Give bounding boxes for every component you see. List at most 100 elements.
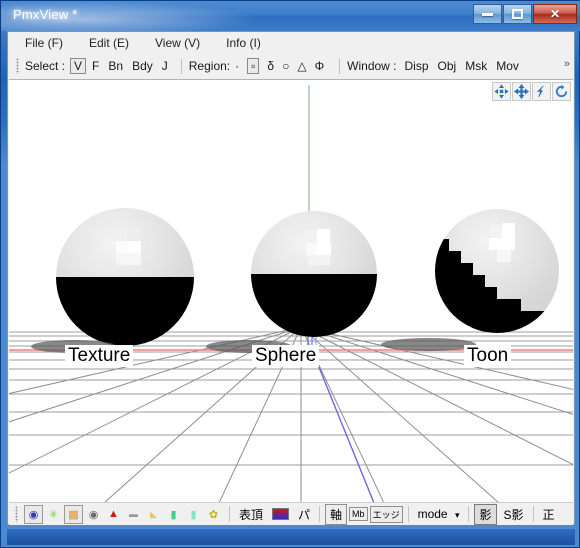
vertex-icon[interactable]: ◉ <box>24 504 43 524</box>
rotate-freehand-icon[interactable] <box>532 82 551 101</box>
sphere-sphere-dark <box>251 274 377 337</box>
mode-dropdown[interactable]: mode ▾ <box>414 506 464 522</box>
region-delta-icon[interactable]: δ <box>267 59 274 73</box>
pan-icon[interactable] <box>492 82 511 101</box>
shadow-button[interactable]: 影 <box>474 503 497 525</box>
minimize-button[interactable] <box>473 4 502 24</box>
region-box-icon[interactable]: ▫ <box>247 58 260 74</box>
select-btn-v[interactable]: V <box>70 58 87 74</box>
close-button[interactable]: ✕ <box>533 4 577 24</box>
sphere-sphere-spec-4 <box>317 243 331 255</box>
sphere-texture-spec-2 <box>127 227 140 241</box>
chevron-down-icon: ▾ <box>454 510 460 520</box>
sphere-toon[interactable] <box>435 209 559 333</box>
edge-button[interactable]: エッジ <box>369 505 403 523</box>
viewport-nav-icons <box>492 82 571 101</box>
bottombar-divider-1 <box>229 506 230 522</box>
sphere-texture[interactable] <box>56 208 194 346</box>
region-phi-icon[interactable]: Φ <box>315 59 325 73</box>
mode-label: mode <box>417 507 448 521</box>
label-sphere: Sphere <box>252 345 320 367</box>
bone-glyph: ▬ <box>129 509 138 519</box>
ik-icon[interactable]: ◣ <box>144 505 163 524</box>
region-label: Region: <box>188 59 231 73</box>
orbit-icon[interactable] <box>552 82 571 101</box>
axis-button[interactable]: 軸 <box>325 503 348 525</box>
display-button[interactable]: 表頂 <box>235 505 267 524</box>
pmxview-window: PmxView * ✕ File (F) Edit (E) View (V) I… <box>0 0 580 548</box>
close-icon: ✕ <box>549 7 561 21</box>
window-btn-mov[interactable]: Mov <box>493 59 522 73</box>
maximize-button[interactable] <box>503 4 532 24</box>
joint-icon[interactable]: ▮ <box>184 505 203 524</box>
vertex-glyph: ◉ <box>28 508 39 521</box>
sphere-sphere-spec-2 <box>317 229 330 243</box>
uv-icon[interactable]: ▩ <box>64 504 83 524</box>
morph-icon[interactable]: ✿ <box>204 505 223 524</box>
sphere-texture-spec-3 <box>116 241 128 253</box>
gradient-swatch[interactable] <box>272 508 290 520</box>
bottombar-grip[interactable] <box>15 506 18 522</box>
menu-bar: File (F) Edit (E) View (V) Info (I) <box>8 32 574 54</box>
select-btn-f[interactable]: F <box>89 59 102 73</box>
menu-edit[interactable]: Edit (E) <box>86 35 132 51</box>
weight-icon[interactable]: ✳ <box>44 505 63 524</box>
select-btn-bdy[interactable]: Bdy <box>129 59 156 73</box>
pa-button[interactable]: パ <box>294 505 314 524</box>
toolbar-divider-1 <box>180 58 182 74</box>
menu-info[interactable]: Info (I) <box>223 35 264 51</box>
label-toon: Toon <box>464 345 512 367</box>
menu-file[interactable]: File (F) <box>22 35 66 51</box>
window-btn-obj[interactable]: Obj <box>435 59 460 73</box>
move-icon[interactable] <box>512 82 531 101</box>
toolbar-overflow-icon[interactable]: » <box>564 58 570 70</box>
uv-glyph: ▩ <box>68 508 79 521</box>
z-axis-diagonal <box>313 354 375 502</box>
sphere-sphere[interactable] <box>251 211 377 337</box>
maximize-icon <box>512 9 523 19</box>
region-circle-icon[interactable]: ○ <box>282 59 289 73</box>
point-icon[interactable]: ◉ <box>84 505 103 524</box>
point-glyph: ◉ <box>88 508 99 521</box>
sphere-toon-spec-3 <box>489 238 515 250</box>
region-triangle-icon[interactable]: △ <box>297 59 306 73</box>
toolbar-grip[interactable] <box>16 58 19 74</box>
mb-button[interactable]: Mb <box>349 507 368 521</box>
sphere-texture-spec-4 <box>128 241 141 253</box>
face-icon[interactable]: ▲ <box>104 505 123 524</box>
bottombar-divider-5 <box>532 506 534 522</box>
window-btn-disp[interactable]: Disp <box>402 59 432 73</box>
sphere-texture-spec-5 <box>116 253 141 265</box>
joint-glyph: ▮ <box>190 508 197 521</box>
menu-view[interactable]: View (V) <box>152 35 203 51</box>
select-btn-j[interactable]: J <box>159 59 171 73</box>
select-label: Select : <box>25 59 66 73</box>
shadow-toon <box>381 338 476 351</box>
window-title: PmxView * <box>13 7 78 22</box>
bottombar-divider-3 <box>407 506 409 522</box>
sshadow-button[interactable]: S影 <box>500 505 528 524</box>
sphere-toon-spec-1 <box>490 225 502 238</box>
rigid-glyph: ▮ <box>170 508 177 521</box>
bone-icon[interactable]: ▬ <box>124 505 143 524</box>
minimize-icon <box>482 12 493 16</box>
sphere-texture-spec-1 <box>114 229 127 241</box>
sphere-sphere-spec-3 <box>306 243 317 255</box>
normal-button[interactable]: 正 <box>539 505 559 524</box>
ik-glyph: ◣ <box>150 508 157 519</box>
select-btn-bn[interactable]: Bn <box>105 59 126 73</box>
face-glyph: ▲ <box>108 508 119 520</box>
bottom-toolbar: ◉ ✳ ▩ ◉ ▲ ▬ ◣ ▮ ▮ ✿ 表頂 パ 軸 Mb エッジ mode ▾… <box>9 502 573 525</box>
3d-viewport[interactable]: Texture Sphere Toon <box>9 79 573 502</box>
client-area: File (F) Edit (E) View (V) Info (I) Sele… <box>7 31 575 525</box>
label-texture: Texture <box>65 345 134 367</box>
main-toolbar: Select : V F Bn Bdy J Region: · ▫ δ ○ △ … <box>8 54 574 78</box>
bottombar-divider-2 <box>319 506 321 522</box>
rigid-icon[interactable]: ▮ <box>164 505 183 524</box>
title-bar[interactable]: PmxView * ✕ <box>1 1 580 31</box>
weight-glyph: ✳ <box>48 508 59 521</box>
morph-glyph: ✿ <box>208 508 219 521</box>
region-dot-icon[interactable]: · <box>235 59 239 73</box>
sphere-texture-dark <box>56 277 194 346</box>
window-btn-msk[interactable]: Msk <box>462 59 490 73</box>
